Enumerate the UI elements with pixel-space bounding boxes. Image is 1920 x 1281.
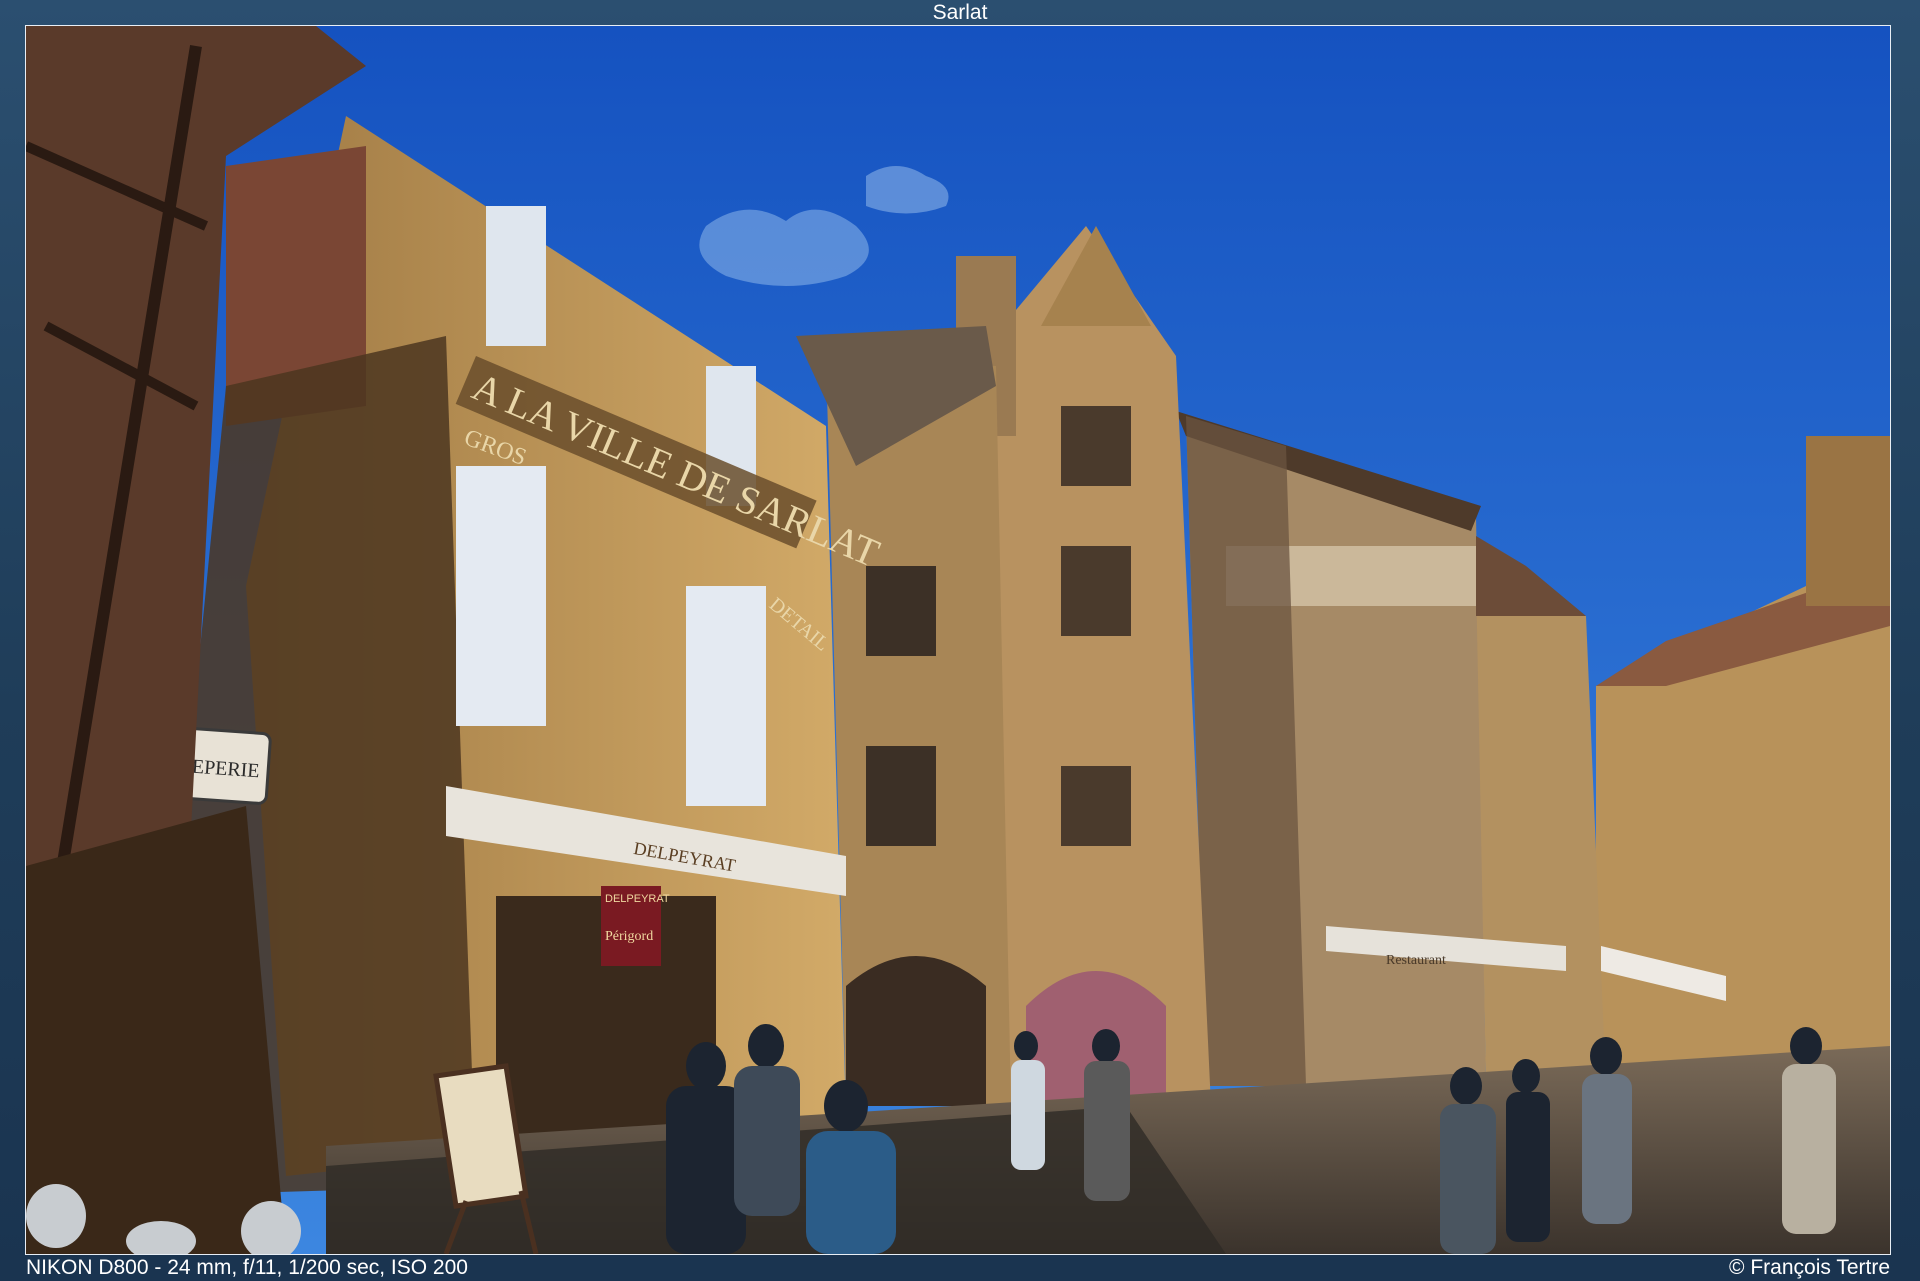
photo-scene: A LA VILLE DE SARLAT GROS DETAIL DELPEYR…: [26, 26, 1890, 1254]
right-tower: [1806, 436, 1890, 606]
facade-window: [866, 566, 936, 656]
restaurant-text: Restaurant: [1386, 953, 1446, 968]
photo-image: A LA VILLE DE SARLAT GROS DETAIL DELPEYR…: [25, 25, 1891, 1255]
photo-title: Sarlat: [932, 1, 988, 24]
gothic-window: [1061, 546, 1131, 636]
cloud: [699, 209, 869, 286]
shutter: [456, 466, 546, 726]
facade-window: [866, 746, 936, 846]
gated-arch: [846, 956, 986, 1106]
copyright-caption: © François Tertre: [1729, 1256, 1890, 1279]
shop-sign: DELPEYRAT Périgord: [601, 886, 670, 966]
mansard-building: [1476, 576, 1606, 1086]
shutter: [486, 206, 546, 346]
gothic-window: [1061, 766, 1131, 846]
shop-sign-top: DELPEYRAT: [605, 893, 670, 905]
gothic-window: [1061, 406, 1131, 486]
shop-sign-bottom: Périgord: [605, 929, 653, 944]
exif-caption: NIKON D800 - 24 mm, f/11, 1/200 sec, ISO…: [26, 1256, 468, 1279]
photo-frame: Sarlat A LA VILLE DE SARLAT GROS DETAIL …: [0, 0, 1920, 1281]
shutter: [686, 586, 766, 806]
